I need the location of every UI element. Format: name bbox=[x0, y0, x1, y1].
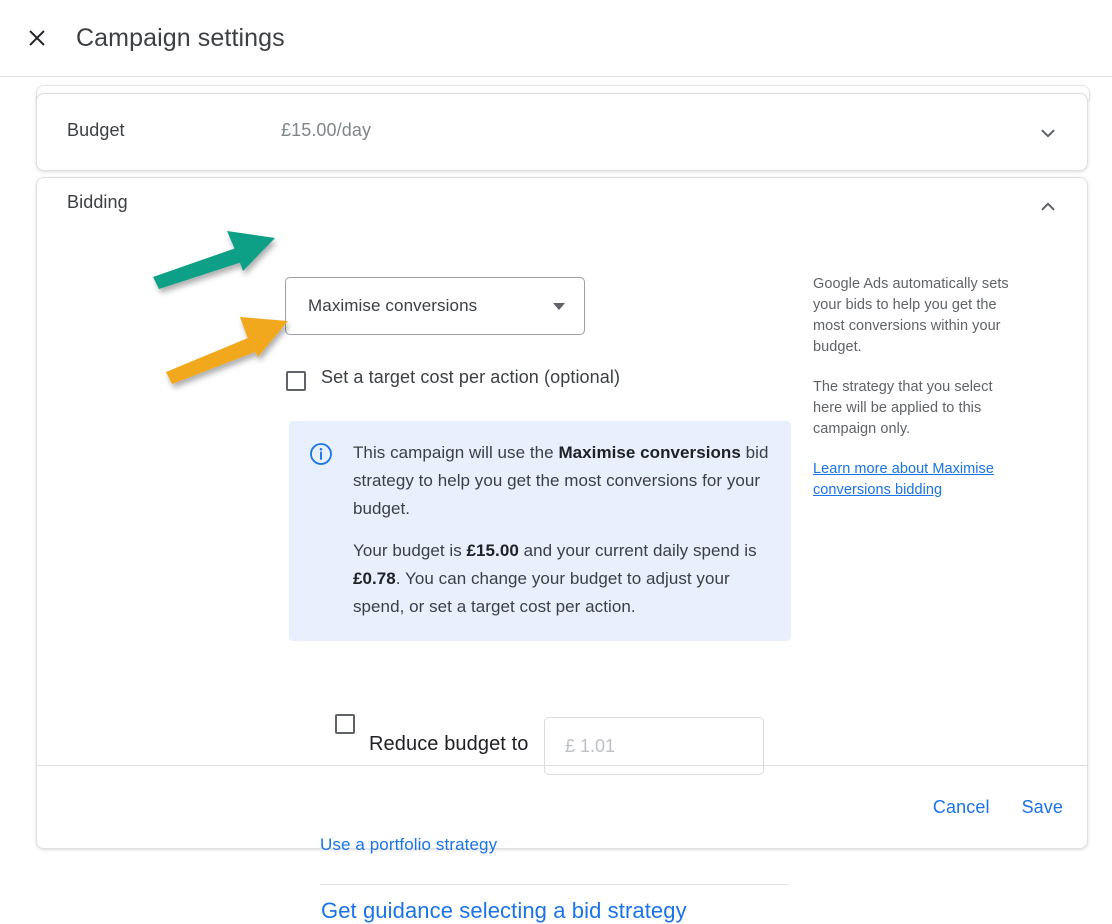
info-p2-prefix: Your budget is bbox=[353, 541, 467, 560]
bid-strategy-value: Maximise conversions bbox=[308, 296, 478, 315]
help-paragraph-1: Google Ads automatically sets your bids … bbox=[813, 276, 1009, 355]
learn-more-link[interactable]: Learn more about Maximise conversions bi… bbox=[813, 461, 994, 498]
info-box-text: This campaign will use the Maximise conv… bbox=[353, 439, 771, 621]
reduce-budget-label: Reduce budget to bbox=[369, 733, 529, 755]
help-link-wrap: Learn more about Maximise conversions bi… bbox=[813, 459, 1013, 501]
info-p2-bold1: £15.00 bbox=[466, 541, 519, 560]
bidding-card: Bidding Maximise conversions Set a targe… bbox=[36, 177, 1088, 923]
info-paragraph-1: This campaign will use the Maximise conv… bbox=[353, 439, 771, 523]
info-p2-suffix: . You can change your budget to adjust y… bbox=[353, 569, 730, 616]
info-p1-prefix: This campaign will use the bbox=[353, 443, 559, 462]
reduce-budget-checkbox[interactable] bbox=[335, 714, 355, 734]
info-p2-mid: and your current daily spend is bbox=[518, 541, 757, 560]
budget-expand-button[interactable] bbox=[1031, 116, 1065, 150]
page-title: Campaign settings bbox=[76, 23, 285, 52]
chevron-up-icon bbox=[1041, 202, 1055, 211]
info-circle-icon bbox=[310, 443, 332, 465]
info-paragraph-2: Your budget is £15.00 and your current d… bbox=[353, 537, 771, 621]
close-button[interactable] bbox=[20, 21, 54, 55]
info-p2-bold2: £0.78 bbox=[353, 569, 396, 588]
bid-strategy-info-box: This campaign will use the Maximise conv… bbox=[289, 421, 791, 641]
dialog-footer: Cancel Save bbox=[37, 766, 1087, 848]
target-cpa-checkbox[interactable] bbox=[286, 371, 306, 391]
bidding-collapse-button[interactable] bbox=[1031, 190, 1065, 224]
budget-card[interactable]: Budget £15.00/day bbox=[36, 93, 1088, 171]
get-guidance-link[interactable]: Get guidance selecting a bid strategy bbox=[321, 898, 687, 924]
info-p1-bold: Maximise conversions bbox=[558, 443, 741, 462]
links-divider bbox=[320, 884, 788, 885]
save-button[interactable]: Save bbox=[1010, 789, 1075, 826]
target-cpa-label: Set a target cost per action (optional) bbox=[321, 367, 621, 387]
help-paragraph-2: The strategy that you select here will b… bbox=[813, 379, 993, 437]
budget-label: Budget bbox=[67, 120, 125, 140]
close-icon bbox=[29, 30, 45, 46]
cancel-button[interactable]: Cancel bbox=[921, 789, 1002, 826]
settings-stage: Budget £15.00/day Bidding Maximise conve… bbox=[0, 77, 1112, 923]
bid-strategy-select[interactable]: Maximise conversions bbox=[285, 277, 585, 335]
chevron-down-icon bbox=[1041, 129, 1055, 138]
budget-value: £15.00/day bbox=[281, 120, 372, 140]
chevron-down-icon bbox=[553, 303, 565, 310]
bidding-help-panel: Google Ads automatically sets your bids … bbox=[813, 274, 1013, 501]
dialog-header: Campaign settings bbox=[0, 0, 1112, 77]
bidding-label: Bidding bbox=[67, 192, 128, 212]
